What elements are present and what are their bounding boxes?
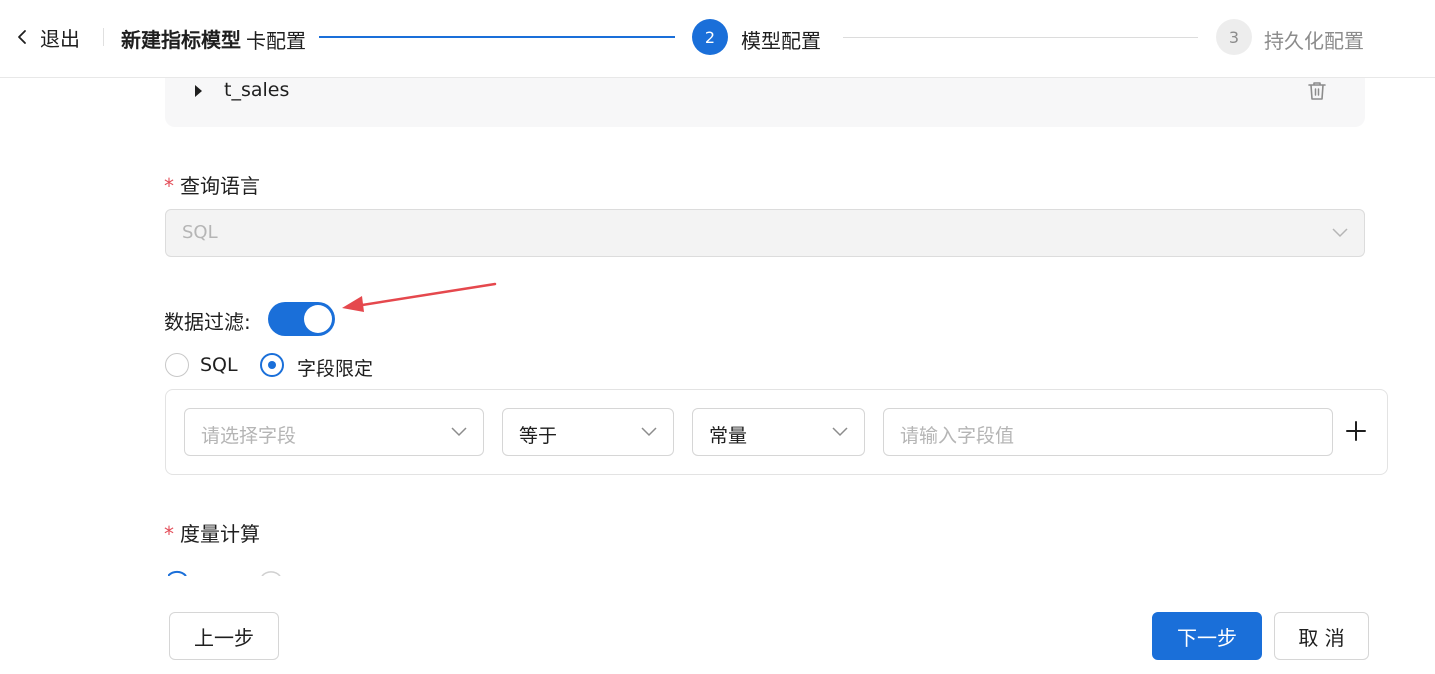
toggle-knob <box>304 305 332 333</box>
step-2-indicator: 2 <box>692 19 728 55</box>
annotation-arrow <box>342 282 497 312</box>
filter-mode-sql-label[interactable]: SQL <box>200 354 238 376</box>
caret-right-icon[interactable] <box>195 85 202 97</box>
step-3-indicator: 3 <box>1216 19 1252 55</box>
exit-label: 退出 <box>40 26 80 51</box>
operator-select[interactable]: 等于 <box>502 408 674 456</box>
chevron-down-icon <box>1332 228 1348 238</box>
required-mark: * <box>164 174 174 198</box>
query-language-text: 查询语言 <box>180 174 260 198</box>
field-value-placeholder: 请输入字段值 <box>900 425 1015 447</box>
step-connector-pending <box>843 37 1198 38</box>
next-step-button[interactable]: 下一步 <box>1152 612 1262 660</box>
operator-value: 等于 <box>519 425 558 447</box>
page-header: 退出 卡配置 新建指标模型 2 模型配置 3 持久化配置 <box>0 0 1435 78</box>
filter-mode-field-radio[interactable] <box>260 353 284 377</box>
query-language-value: SQL <box>182 222 218 243</box>
chevron-down-icon <box>832 427 848 437</box>
chevron-down-icon <box>451 427 467 437</box>
filter-mode-field-label[interactable]: 字段限定 <box>297 354 373 381</box>
query-language-select: SQL <box>165 209 1365 257</box>
chevron-left-icon <box>18 30 26 44</box>
measure-label: * 度量计算 <box>164 518 260 547</box>
add-rule-icon[interactable] <box>1345 420 1367 442</box>
query-language-label: * 查询语言 <box>164 170 260 199</box>
field-select-placeholder: 请选择字段 <box>201 425 297 447</box>
field-select[interactable]: 请选择字段 <box>184 408 484 456</box>
data-filter-label: 数据过滤: <box>164 310 251 334</box>
field-value-input[interactable]: 请输入字段值 <box>883 408 1333 456</box>
source-table-card: t_sales <box>165 78 1365 127</box>
step-1-label: 卡配置 <box>246 29 306 53</box>
filter-mode-sql-radio[interactable] <box>165 353 189 377</box>
value-type-value: 常量 <box>709 425 748 447</box>
header-divider <box>103 28 104 46</box>
page-title: 新建指标模型 <box>121 28 241 52</box>
measure-text: 度量计算 <box>180 522 260 546</box>
data-filter-toggle[interactable] <box>268 302 335 336</box>
step-connector-done <box>319 36 675 38</box>
required-mark: * <box>164 522 174 546</box>
exit-button[interactable]: 退出 <box>14 22 80 52</box>
step-2-label: 模型配置 <box>741 29 821 53</box>
table-name[interactable]: t_sales <box>224 79 289 101</box>
value-type-select[interactable]: 常量 <box>692 408 865 456</box>
step-3-label: 持久化配置 <box>1264 29 1364 53</box>
cancel-button[interactable]: 取 消 <box>1274 612 1369 660</box>
previous-step-button[interactable]: 上一步 <box>169 612 279 660</box>
measure-radio-edges <box>168 570 281 576</box>
chevron-down-icon <box>641 427 657 437</box>
trash-icon[interactable] <box>1307 80 1327 102</box>
